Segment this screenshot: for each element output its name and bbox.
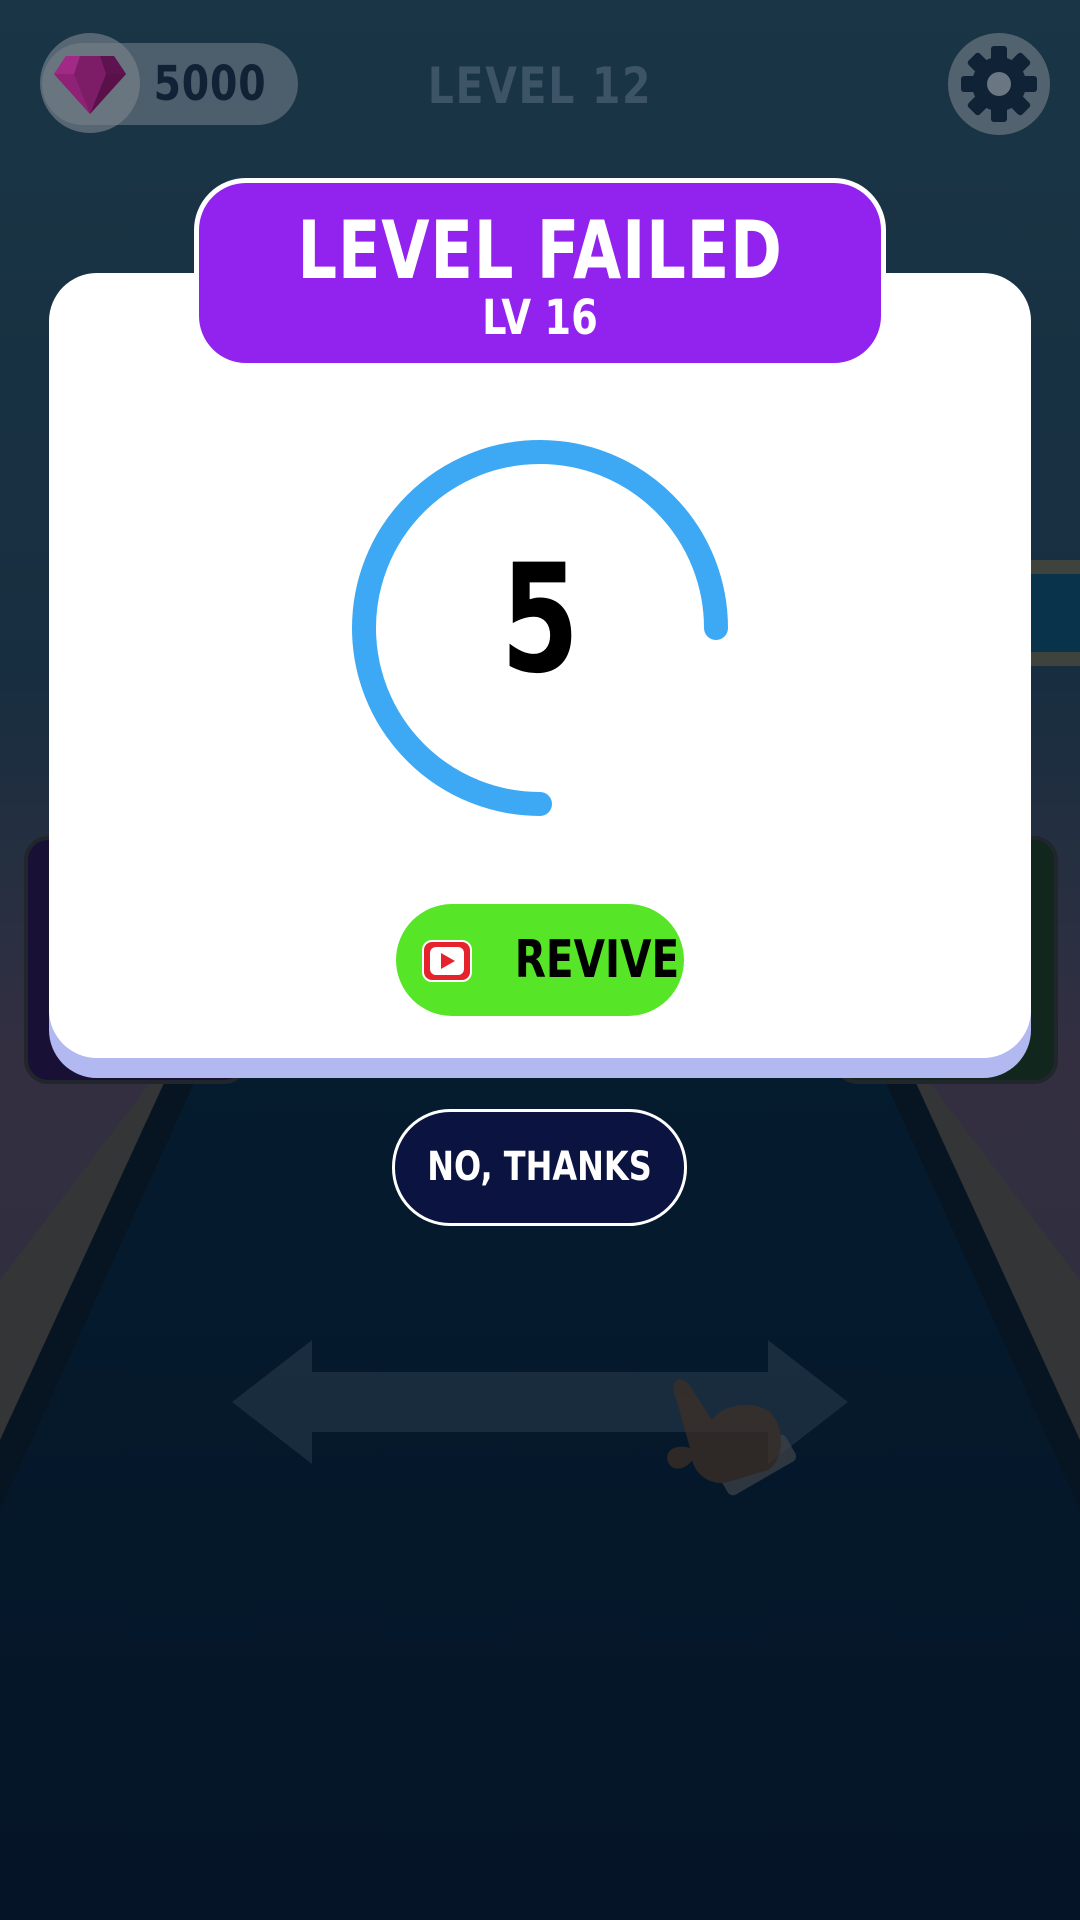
no-thanks-button[interactable]: NO, THANKS: [392, 1109, 687, 1226]
gear-icon: [961, 46, 1037, 122]
settings-button[interactable]: [948, 33, 1050, 135]
level-failed-banner: LEVEL FAILED LV 16: [194, 178, 886, 368]
gem-icon: [54, 56, 126, 114]
countdown-number: 5: [500, 533, 580, 707]
no-thanks-label: NO, THANKS: [427, 1144, 652, 1190]
revive-label: REVIVE: [514, 930, 680, 990]
revive-button[interactable]: REVIVE: [396, 904, 684, 1016]
modal-title: LEVEL FAILED: [297, 204, 783, 297]
level-title: LEVEL 12: [427, 57, 653, 115]
video-play-icon: [422, 940, 472, 982]
modal-subtitle: LV 16: [482, 290, 598, 346]
gem-count: 5000: [153, 56, 267, 112]
